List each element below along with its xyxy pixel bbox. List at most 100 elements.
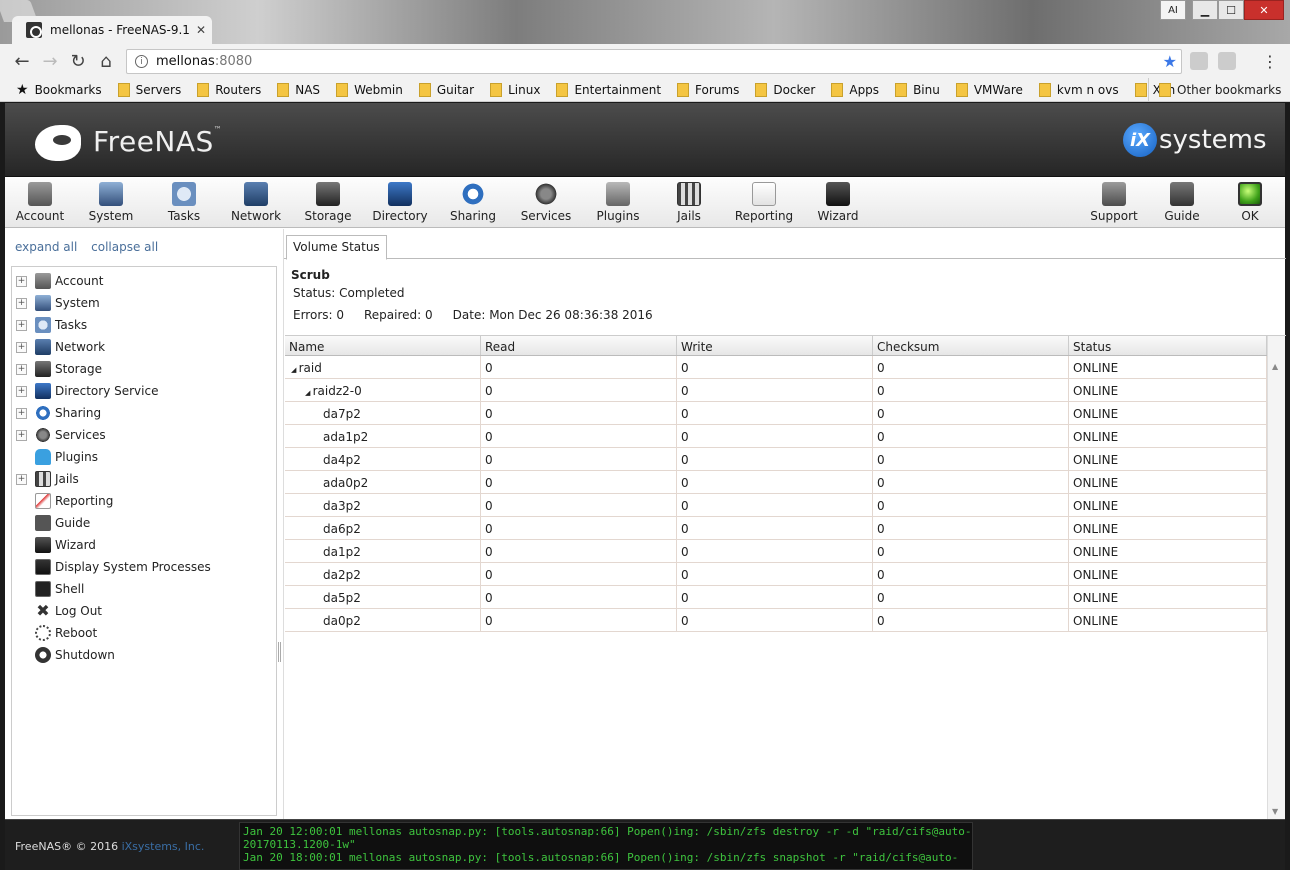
tree-item-wizard[interactable]: Wizard — [12, 534, 276, 556]
expand-plus-icon[interactable]: + — [16, 429, 27, 441]
menu-tasks[interactable]: Tasks — [148, 182, 220, 223]
expand-plus-icon[interactable]: + — [16, 385, 27, 397]
address-bar[interactable]: i mellonas:8080 ★ — [126, 49, 1182, 74]
bookmark-servers[interactable]: Servers — [117, 82, 181, 97]
bookmark-star-icon[interactable]: ★ — [1163, 52, 1177, 71]
menu-plugins[interactable]: Plugins — [582, 182, 654, 223]
menu-storage[interactable]: Storage — [292, 182, 364, 223]
menu-wizard[interactable]: Wizard — [802, 182, 874, 223]
expand-plus-icon[interactable]: + — [16, 407, 27, 419]
extension-cast-icon[interactable] — [1190, 52, 1208, 70]
collapse-toggle-icon[interactable]: ◢ — [305, 389, 313, 397]
minimize-button[interactable]: ▁ — [1192, 0, 1218, 20]
column-header-write[interactable]: Write — [677, 336, 873, 355]
browser-menu-icon[interactable]: ⋮ — [1262, 52, 1278, 71]
tree-item-guide[interactable]: Guide — [12, 512, 276, 534]
bookmark-guitar[interactable]: Guitar — [418, 82, 474, 97]
tree-item-shell[interactable]: Shell — [12, 578, 276, 600]
tree-item-shutdown[interactable]: Shutdown — [12, 644, 276, 666]
menu-support[interactable]: Support — [1078, 182, 1150, 223]
bookmark-linux[interactable]: Linux — [490, 82, 540, 97]
table-row[interactable]: ada1p2 0 0 0 ONLINE — [285, 425, 1267, 448]
tree-item-services[interactable]: + Services — [12, 424, 276, 446]
tab-volume-status[interactable]: Volume Status — [286, 235, 387, 260]
tree-item-reporting[interactable]: Reporting — [12, 490, 276, 512]
table-row[interactable]: ◢ raid 0 0 0 ONLINE — [285, 356, 1267, 379]
grid-scrollbar[interactable]: ▲ ▼ — [1267, 336, 1285, 820]
home-icon[interactable]: ⌂ — [92, 51, 120, 72]
expand-plus-icon[interactable]: + — [16, 363, 27, 375]
bookmark-apps[interactable]: Apps — [831, 82, 879, 97]
tree-item-log-out[interactable]: ✖ Log Out — [12, 600, 276, 622]
menu-ok[interactable]: OK — [1214, 182, 1286, 223]
maximize-button[interactable]: ☐ — [1218, 0, 1244, 20]
table-row[interactable]: da7p2 0 0 0 ONLINE — [285, 402, 1267, 425]
expand-plus-icon[interactable]: + — [16, 319, 27, 331]
table-row[interactable]: da4p2 0 0 0 ONLINE — [285, 448, 1267, 471]
expand-plus-icon[interactable]: + — [16, 341, 27, 353]
collapse-toggle-icon[interactable]: ◢ — [291, 366, 299, 374]
collapse-all-link[interactable]: collapse all — [91, 240, 158, 254]
bookmark-docker[interactable]: Docker — [755, 82, 815, 97]
panel-splitter-handle[interactable] — [278, 642, 281, 662]
back-arrow-icon[interactable]: ← — [8, 51, 36, 72]
new-tab-button[interactable] — [0, 0, 39, 22]
ixsystems-logo[interactable]: iX systems — [1123, 123, 1267, 157]
menu-services[interactable]: Services — [510, 182, 582, 223]
table-row[interactable]: da6p2 0 0 0 ONLINE — [285, 517, 1267, 540]
tab-close-icon[interactable]: ✕ — [196, 23, 206, 37]
menu-reporting[interactable]: Reporting — [728, 182, 800, 223]
tree-item-storage[interactable]: + Storage — [12, 358, 276, 380]
expand-plus-icon[interactable]: + — [16, 297, 27, 309]
reload-icon[interactable]: ↻ — [64, 51, 92, 72]
table-row[interactable]: da2p2 0 0 0 ONLINE — [285, 563, 1267, 586]
menu-network[interactable]: Network — [220, 182, 292, 223]
site-info-icon[interactable]: i — [135, 55, 148, 68]
window-close-button[interactable]: ✕ — [1244, 0, 1284, 20]
table-row[interactable]: ◢ raidz2-0 0 0 0 ONLINE — [285, 379, 1267, 402]
tree-item-system[interactable]: + System — [12, 292, 276, 314]
table-row[interactable]: da1p2 0 0 0 ONLINE — [285, 540, 1267, 563]
tree-item-plugins[interactable]: Plugins — [12, 446, 276, 468]
tree-item-reboot[interactable]: Reboot — [12, 622, 276, 644]
footer-company-link[interactable]: iXsystems, Inc. — [122, 840, 205, 853]
table-row[interactable]: ada0p2 0 0 0 ONLINE — [285, 471, 1267, 494]
tree-item-directory-service[interactable]: + Directory Service — [12, 380, 276, 402]
column-header-status[interactable]: Status — [1069, 336, 1267, 355]
menu-jails[interactable]: Jails — [653, 182, 725, 223]
menu-sharing[interactable]: Sharing — [437, 182, 509, 223]
menu-guide[interactable]: Guide — [1146, 182, 1218, 223]
bookmark-entertainment[interactable]: Entertainment — [556, 82, 661, 97]
freenas-logo[interactable]: FreeNAS™ — [31, 119, 222, 163]
browser-tab-active[interactable]: mellonas - FreeNAS-9.10 ✕ — [12, 16, 212, 44]
profile-button[interactable]: AI — [1160, 0, 1186, 20]
menu-system[interactable]: System — [75, 182, 147, 223]
scroll-down-icon[interactable]: ▼ — [1272, 807, 1278, 816]
tree-item-display-system-processes[interactable]: Display System Processes — [12, 556, 276, 578]
bookmark-webmin[interactable]: Webmin — [336, 82, 403, 97]
bookmark-other[interactable]: Other bookmarks — [1148, 78, 1281, 102]
column-header-name[interactable]: Name — [285, 336, 481, 355]
bookmark-kvm-n-ovs[interactable]: kvm n ovs — [1038, 82, 1119, 97]
column-header-checksum[interactable]: Checksum — [873, 336, 1069, 355]
table-row[interactable]: da3p2 0 0 0 ONLINE — [285, 494, 1267, 517]
tree-item-tasks[interactable]: + Tasks — [12, 314, 276, 336]
expand-plus-icon[interactable]: + — [16, 275, 27, 287]
bookmark-forums[interactable]: Forums — [677, 82, 739, 97]
tree-item-network[interactable]: + Network — [12, 336, 276, 358]
tree-item-account[interactable]: + Account — [12, 270, 276, 292]
table-row[interactable]: da0p2 0 0 0 ONLINE — [285, 609, 1267, 632]
expand-plus-icon[interactable]: + — [16, 473, 27, 485]
column-header-read[interactable]: Read — [481, 336, 677, 355]
extension-pdf-icon[interactable] — [1218, 52, 1236, 70]
forward-arrow-icon[interactable]: → — [36, 51, 64, 72]
tree-item-jails[interactable]: + Jails — [12, 468, 276, 490]
bookmark-vmware[interactable]: VMWare — [955, 82, 1023, 97]
tree-item-sharing[interactable]: + Sharing — [12, 402, 276, 424]
scroll-up-icon[interactable]: ▲ — [1272, 362, 1278, 371]
table-row[interactable]: da5p2 0 0 0 ONLINE — [285, 586, 1267, 609]
bookmark-routers[interactable]: Routers — [197, 82, 261, 97]
menu-account[interactable]: Account — [4, 182, 76, 223]
bookmark-bookmarks[interactable]: ★ Bookmarks — [16, 82, 102, 98]
bookmark-binu[interactable]: Binu — [895, 82, 940, 97]
